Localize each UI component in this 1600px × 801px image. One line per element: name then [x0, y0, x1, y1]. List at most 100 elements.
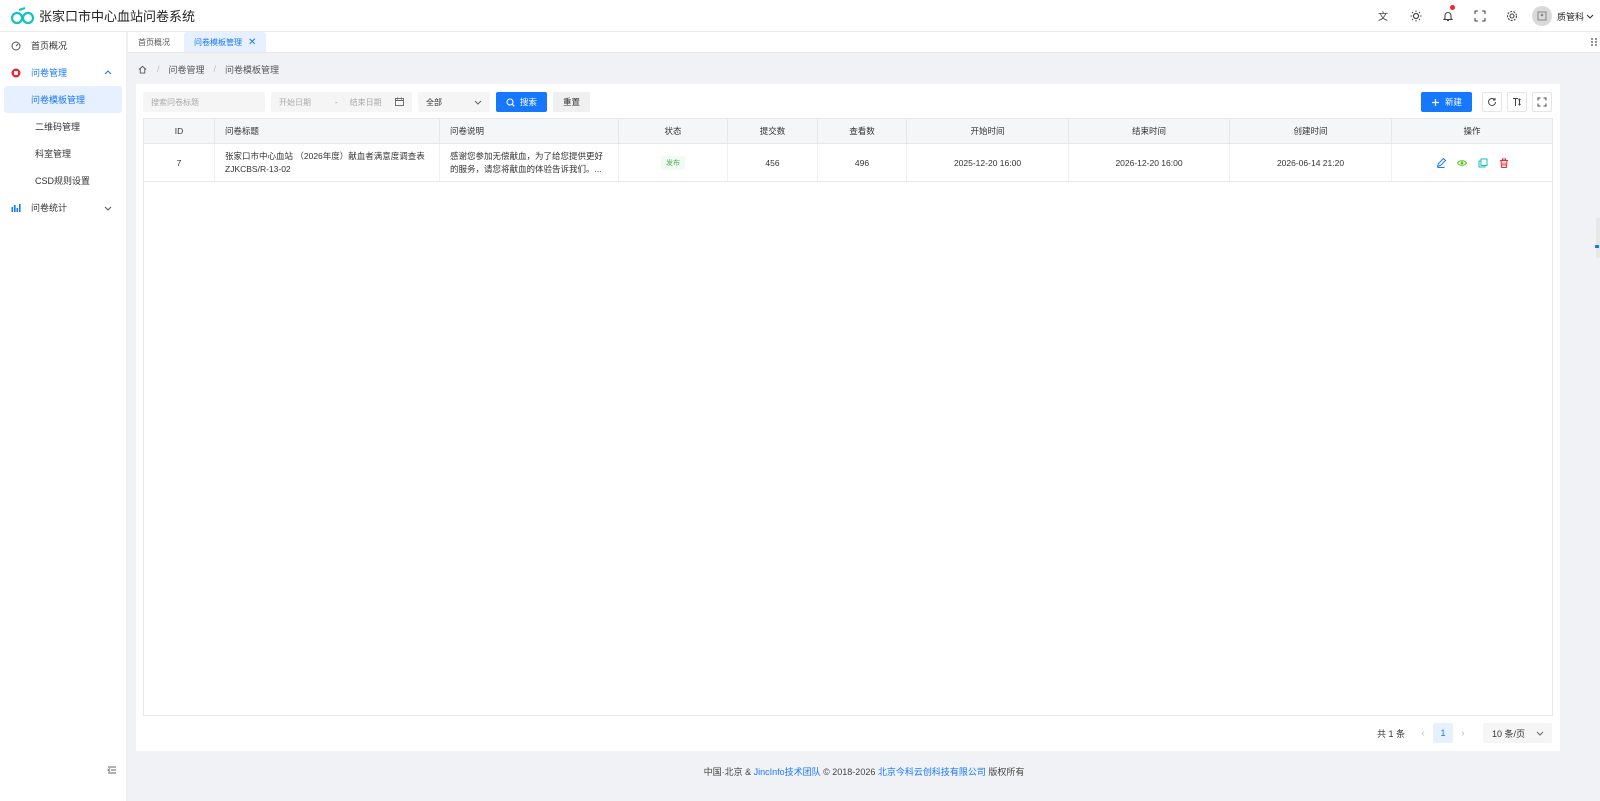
- sidebar-item-label: CSD规则设置: [35, 176, 91, 186]
- sidebar-item-department-manage[interactable]: 科室管理: [4, 140, 122, 167]
- edit-icon[interactable]: [1436, 157, 1446, 168]
- search-button-label: 搜索: [520, 97, 538, 107]
- questionnaire-icon: [11, 68, 21, 78]
- eye-icon[interactable]: [1456, 158, 1467, 168]
- cell-actions: [1392, 144, 1552, 181]
- cell-description: 感谢您参加无偿献血，为了给您提供更好 的服务，请您将献血的体验告诉我们。...: [440, 144, 619, 181]
- dashboard-icon: [11, 41, 21, 51]
- plus-icon: [1432, 98, 1439, 106]
- search-icon: [506, 97, 515, 107]
- theme-sun-icon[interactable]: [1400, 0, 1432, 32]
- status-select-value: 全部: [426, 97, 442, 107]
- column-height-icon[interactable]: [1507, 92, 1527, 112]
- page-size-select[interactable]: 10 条/页: [1483, 723, 1552, 743]
- column-header-submits: 提交数: [728, 119, 818, 143]
- date-range-picker[interactable]: 开始日期 - 结束日期: [271, 92, 412, 112]
- settings-icon[interactable]: [1496, 0, 1528, 32]
- cell-id: 7: [144, 144, 215, 181]
- home-icon[interactable]: [138, 64, 148, 74]
- sidebar-item-label: 科室管理: [35, 149, 72, 159]
- sidebar-item-dashboard[interactable]: 首页概况: [0, 32, 126, 59]
- fullscreen-icon[interactable]: [1464, 0, 1496, 32]
- main-card: 搜索问卷标题 开始日期 - 结束日期 全部 搜索 重置 新建 ID 问卷标题 问…: [136, 84, 1560, 751]
- chevron-up-icon: [104, 70, 112, 75]
- status-select[interactable]: 全部: [418, 92, 490, 112]
- column-header-views: 查看数: [818, 119, 907, 143]
- tab-label: 首页概况: [138, 37, 170, 47]
- tab-label: 问卷模板管理: [194, 37, 242, 47]
- breadcrumb-item: 问卷模板管理: [225, 64, 280, 75]
- delete-icon[interactable]: [1499, 158, 1509, 168]
- column-header-title: 问卷标题: [215, 119, 440, 143]
- footer-prefix: 中国·北京 &: [703, 767, 754, 777]
- cell-submits: 456: [728, 144, 818, 181]
- description-line: 感谢您参加无偿献血，为了给您提供更好: [450, 150, 604, 161]
- sidebar-item-questionnaire[interactable]: 问卷管理: [0, 59, 126, 86]
- bell-icon[interactable]: [1432, 0, 1464, 32]
- copy-icon[interactable]: [1478, 158, 1488, 168]
- footer-team-link[interactable]: JincInfo技术团队: [754, 767, 821, 777]
- logo-icon: [11, 6, 35, 24]
- description-line: 的服务，请您将献血的体验告诉我们。...: [450, 163, 602, 174]
- new-button[interactable]: 新建: [1421, 92, 1472, 112]
- sidebar-item-label: 首页概况: [31, 41, 68, 51]
- cell-title: 张家口市中心血站 （2026年度）献血者满意度调查表 ZJKCBS/R-13-0…: [215, 144, 440, 181]
- sidebar-item-label: 二维码管理: [35, 122, 81, 132]
- breadcrumb: / 问卷管理 / 问卷模板管理: [138, 62, 279, 76]
- app-logo[interactable]: 张家口市中心血站问卷系统: [0, 6, 195, 26]
- search-placeholder: 搜索问卷标题: [151, 97, 199, 107]
- new-button-label: 新建: [1445, 97, 1463, 107]
- footer-suffix: 版权所有: [985, 767, 1025, 777]
- title-code: ZJKCBS/R-13-02: [225, 163, 291, 174]
- svg-text:文: 文: [1378, 10, 1388, 22]
- sidebar-item-label: 问卷模板管理: [31, 95, 86, 105]
- cell-status: 发布: [619, 144, 728, 181]
- scrollbar-track[interactable]: [1596, 218, 1600, 258]
- calendar-icon: [395, 97, 404, 106]
- top-header: 张家口市中心血站问卷系统 文 质管科: [0, 0, 1600, 32]
- reset-button-label: 重置: [562, 97, 580, 107]
- sidebar-item-label: 问卷管理: [31, 68, 68, 78]
- search-input[interactable]: 搜索问卷标题: [143, 92, 265, 112]
- breadcrumb-item[interactable]: 问卷管理: [169, 63, 205, 76]
- sidebar-item-qrcode-manage[interactable]: 二维码管理: [4, 113, 122, 140]
- column-header-end-time: 结束时间: [1069, 119, 1230, 143]
- page-number[interactable]: 1: [1433, 723, 1453, 743]
- tab-dashboard[interactable]: 首页概况: [128, 32, 180, 52]
- pagination-total: 共 1 条: [1376, 728, 1405, 739]
- user-name: 质管科: [1556, 11, 1584, 22]
- table-toolbar: 新建: [1421, 92, 1552, 112]
- column-header-id: ID: [144, 119, 215, 143]
- translate-icon[interactable]: 文: [1368, 0, 1400, 32]
- column-header-created-time: 创建时间: [1230, 119, 1392, 143]
- bar-chart-icon: [11, 203, 21, 213]
- collapse-sidebar-icon[interactable]: [106, 764, 118, 776]
- prev-page-icon[interactable]: ‹: [1413, 723, 1433, 743]
- notification-dot: [1449, 5, 1455, 10]
- column-header-status: 状态: [619, 119, 728, 143]
- app-title: 张家口市中心血站问卷系统: [39, 9, 196, 24]
- user-menu[interactable]: 质管科: [1528, 6, 1600, 26]
- more-vertical-icon[interactable]: [1590, 37, 1598, 47]
- sidebar-item-csd-rules[interactable]: CSD规则设置: [4, 167, 122, 194]
- column-header-description: 问卷说明: [440, 119, 619, 143]
- sidebar-item-template-manage[interactable]: 问卷模板管理: [4, 86, 122, 113]
- breadcrumb-separator: /: [213, 64, 217, 74]
- sidebar-item-label: 问卷统计: [31, 203, 68, 213]
- fullscreen-icon[interactable]: [1532, 92, 1552, 112]
- sidebar-item-statistics[interactable]: 问卷统计: [0, 194, 126, 221]
- reset-button[interactable]: 重置: [553, 92, 590, 112]
- next-page-icon[interactable]: ›: [1453, 723, 1473, 743]
- search-button[interactable]: 搜索: [496, 92, 547, 112]
- cell-created-time: 2026-06-14 21:20: [1230, 144, 1392, 181]
- end-date-placeholder: 结束日期: [349, 97, 382, 107]
- page-size-value: 10 条/页: [1492, 728, 1526, 739]
- pagination: 共 1 条 ‹ 1 › 10 条/页: [1377, 723, 1552, 743]
- table-row[interactable]: 7 张家口市中心血站 （2026年度）献血者满意度调查表 ZJKCBS/R-13…: [144, 144, 1552, 182]
- table-header: ID 问卷标题 问卷说明 状态 提交数 查看数 开始时间 结束时间 创建时间 操…: [144, 119, 1552, 144]
- close-icon[interactable]: ✕: [248, 37, 256, 48]
- footer-company-link[interactable]: 北京今科云创科技有限公司: [878, 767, 986, 777]
- refresh-icon[interactable]: [1482, 92, 1502, 112]
- tab-template-manage[interactable]: 问卷模板管理 ✕: [184, 32, 267, 52]
- cell-views: 496: [818, 144, 907, 181]
